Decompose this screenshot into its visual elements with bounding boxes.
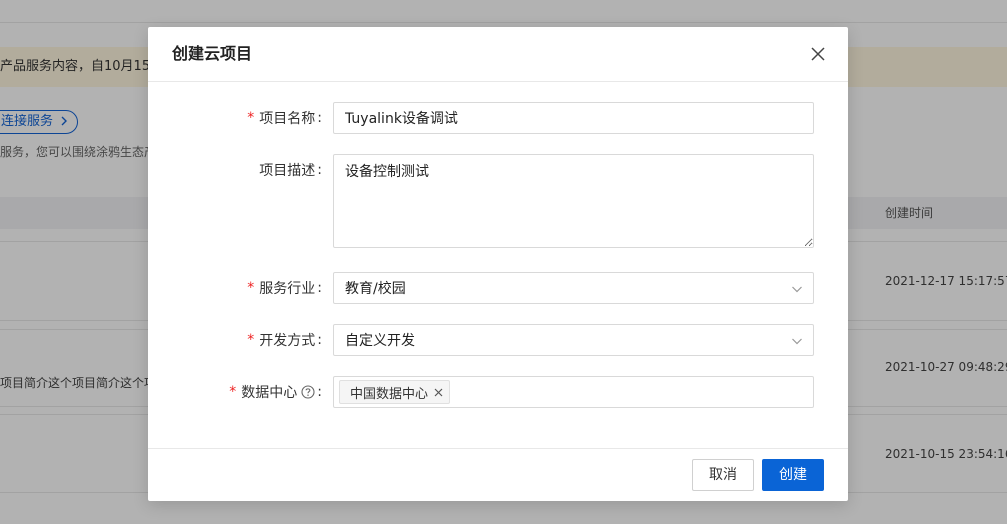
label-colon: : — [317, 332, 322, 348]
help-circle-icon[interactable] — [301, 385, 315, 399]
cancel-button[interactable]: 取消 — [692, 459, 754, 491]
dialog-body: * 项目名称 : 项目描述 : 设备控制测试 * 服务行业 : 教育/校园 * … — [148, 82, 848, 448]
create-project-dialog: 创建云项目 * 项目名称 : 项目描述 : 设备控制测试 * 服务行业 : 教育… — [148, 27, 848, 501]
dialog-title: 创建云项目 — [172, 44, 253, 63]
create-button[interactable]: 创建 — [762, 459, 824, 491]
industry-select[interactable]: 教育/校园 — [333, 272, 814, 304]
dev-method-label-text: 开发方式 — [259, 333, 316, 349]
label-colon: : — [317, 384, 322, 400]
project-name-input[interactable] — [333, 102, 814, 134]
project-name-label: * 项目名称 : — [247, 102, 322, 134]
close-icon — [811, 47, 825, 61]
data-center-multiselect[interactable]: 中国数据中心 — [333, 376, 814, 408]
industry-label: * 服务行业 : — [247, 272, 322, 304]
required-mark: * — [229, 384, 237, 400]
required-mark: * — [247, 110, 255, 126]
dialog-header: 创建云项目 — [148, 27, 848, 82]
project-description-label-text: 项目描述 — [259, 163, 316, 179]
industry-selected-value: 教育/校园 — [345, 281, 406, 297]
tag-remove-icon[interactable] — [434, 388, 443, 397]
chevron-down-icon — [792, 338, 802, 345]
chevron-down-icon — [792, 286, 802, 293]
label-colon: : — [317, 280, 322, 296]
data-center-label: * 数据中心 : — [229, 376, 322, 408]
data-center-label-text: 数据中心 — [241, 385, 298, 401]
project-description-label: 项目描述 : — [259, 154, 322, 186]
dev-method-label: * 开发方式 : — [247, 324, 322, 356]
project-description-textarea[interactable]: 设备控制测试 — [333, 154, 814, 248]
data-center-tag: 中国数据中心 — [339, 380, 451, 404]
close-button[interactable] — [806, 42, 830, 66]
project-name-label-text: 项目名称 — [259, 111, 316, 127]
industry-label-text: 服务行业 — [259, 281, 316, 297]
dev-method-select[interactable]: 自定义开发 — [333, 324, 814, 356]
label-colon: : — [317, 162, 322, 178]
dev-method-selected-value: 自定义开发 — [345, 333, 415, 349]
label-colon: : — [317, 110, 322, 126]
required-mark: * — [247, 332, 255, 348]
data-center-tag-label: 中国数据中心 — [350, 386, 429, 402]
required-mark: * — [247, 280, 255, 296]
dialog-footer: 取消 创建 — [148, 448, 848, 501]
